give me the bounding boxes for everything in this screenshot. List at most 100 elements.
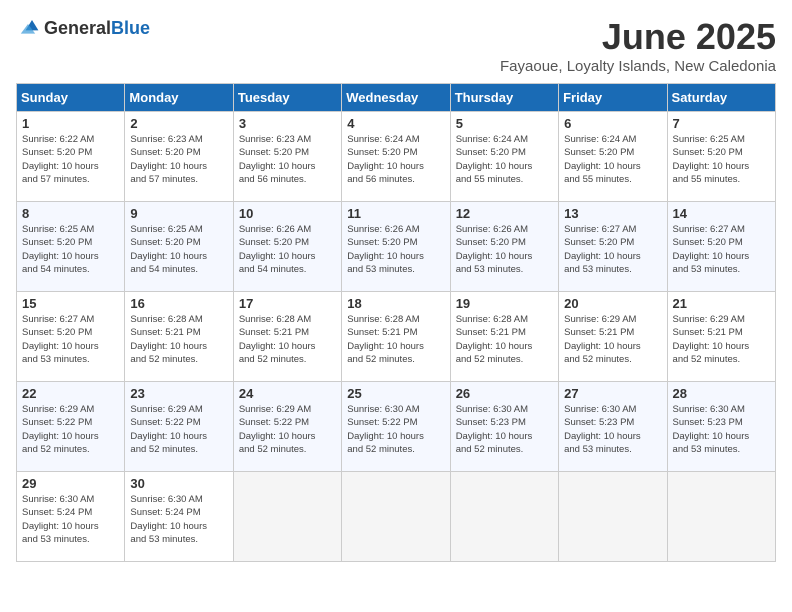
day-number: 9 [130, 206, 227, 221]
day-number: 16 [130, 296, 227, 311]
day-number: 30 [130, 476, 227, 491]
day-cell [342, 472, 450, 562]
day-info: Sunrise: 6:27 AM Sunset: 5:20 PM Dayligh… [564, 223, 661, 276]
week-row-5: 29 Sunrise: 6:30 AM Sunset: 5:24 PM Dayli… [17, 472, 776, 562]
day-number: 11 [347, 206, 444, 221]
day-info: Sunrise: 6:24 AM Sunset: 5:20 PM Dayligh… [347, 133, 444, 186]
day-number: 27 [564, 386, 661, 401]
day-cell: 24Sunrise: 6:29 AM Sunset: 5:22 PM Dayli… [233, 382, 341, 472]
day-info: Sunrise: 6:27 AM Sunset: 5:20 PM Dayligh… [673, 223, 770, 276]
day-cell: 12 Sunrise: 6:26 AM Sunset: 5:20 PM Dayli… [450, 202, 558, 292]
day-number: 12 [456, 206, 553, 221]
week-row-2: 8 Sunrise: 6:25 AM Sunset: 5:20 PM Daylig… [17, 202, 776, 292]
day-cell: 6Sunrise: 6:24 AM Sunset: 5:20 PM Daylig… [559, 112, 667, 202]
day-cell: 13 Sunrise: 6:27 AM Sunset: 5:20 PM Dayli… [559, 202, 667, 292]
logo: GeneralBlue [16, 16, 150, 40]
day-info: Sunrise: 6:26 AM Sunset: 5:20 PM Dayligh… [347, 223, 444, 276]
day-info: Sunrise: 6:30 AM Sunset: 5:24 PM Dayligh… [22, 493, 119, 546]
day-cell: 18 Sunrise: 6:28 AM Sunset: 5:21 PM Dayli… [342, 292, 450, 382]
day-cell: 3Sunrise: 6:23 AM Sunset: 5:20 PM Daylig… [233, 112, 341, 202]
day-cell [559, 472, 667, 562]
day-number: 3 [239, 116, 336, 131]
calendar-table: SundayMondayTuesdayWednesdayThursdayFrid… [16, 83, 776, 562]
day-info: Sunrise: 6:30 AM Sunset: 5:22 PM Dayligh… [347, 403, 444, 456]
week-row-4: 22 Sunrise: 6:29 AM Sunset: 5:22 PM Dayli… [17, 382, 776, 472]
day-info: Sunrise: 6:29 AM Sunset: 5:22 PM Dayligh… [22, 403, 119, 456]
day-cell: 16Sunrise: 6:28 AM Sunset: 5:21 PM Dayli… [125, 292, 233, 382]
day-info: Sunrise: 6:28 AM Sunset: 5:21 PM Dayligh… [456, 313, 553, 366]
day-info: Sunrise: 6:25 AM Sunset: 5:20 PM Dayligh… [130, 223, 227, 276]
day-info: Sunrise: 6:25 AM Sunset: 5:20 PM Dayligh… [673, 133, 770, 186]
week-row-3: 15 Sunrise: 6:27 AM Sunset: 5:20 PM Dayli… [17, 292, 776, 382]
day-info: Sunrise: 6:28 AM Sunset: 5:21 PM Dayligh… [347, 313, 444, 366]
day-cell: 30 Sunrise: 6:30 AM Sunset: 5:24 PM Dayli… [125, 472, 233, 562]
day-info: Sunrise: 6:23 AM Sunset: 5:20 PM Dayligh… [130, 133, 227, 186]
day-number: 25 [347, 386, 444, 401]
day-cell: 10 Sunrise: 6:26 AM Sunset: 5:20 PM Dayli… [233, 202, 341, 292]
day-cell [450, 472, 558, 562]
day-number: 13 [564, 206, 661, 221]
logo-general: General [44, 18, 111, 38]
day-number: 7 [673, 116, 770, 131]
day-cell: 9 Sunrise: 6:25 AM Sunset: 5:20 PM Daylig… [125, 202, 233, 292]
day-info: Sunrise: 6:26 AM Sunset: 5:20 PM Dayligh… [239, 223, 336, 276]
col-header-saturday: Saturday [667, 84, 775, 112]
day-number: 10 [239, 206, 336, 221]
day-number: 5 [456, 116, 553, 131]
day-cell: 4 Sunrise: 6:24 AM Sunset: 5:20 PM Daylig… [342, 112, 450, 202]
day-cell [233, 472, 341, 562]
day-info: Sunrise: 6:30 AM Sunset: 5:23 PM Dayligh… [456, 403, 553, 456]
day-number: 14 [673, 206, 770, 221]
day-cell: 25 Sunrise: 6:30 AM Sunset: 5:22 PM Dayli… [342, 382, 450, 472]
day-number: 8 [22, 206, 119, 221]
day-cell: 15 Sunrise: 6:27 AM Sunset: 5:20 PM Dayli… [17, 292, 125, 382]
day-info: Sunrise: 6:27 AM Sunset: 5:20 PM Dayligh… [22, 313, 119, 366]
day-info: Sunrise: 6:30 AM Sunset: 5:23 PM Dayligh… [673, 403, 770, 456]
day-number: 22 [22, 386, 119, 401]
day-cell: 20Sunrise: 6:29 AM Sunset: 5:21 PM Dayli… [559, 292, 667, 382]
col-header-monday: Monday [125, 84, 233, 112]
day-info: Sunrise: 6:22 AM Sunset: 5:20 PM Dayligh… [22, 133, 119, 186]
day-info: Sunrise: 6:24 AM Sunset: 5:20 PM Dayligh… [456, 133, 553, 186]
day-number: 29 [22, 476, 119, 491]
day-number: 28 [673, 386, 770, 401]
day-number: 19 [456, 296, 553, 311]
day-info: Sunrise: 6:28 AM Sunset: 5:21 PM Dayligh… [239, 313, 336, 366]
day-info: Sunrise: 6:30 AM Sunset: 5:23 PM Dayligh… [564, 403, 661, 456]
header: GeneralBlue June 2025 Fayaoue, Loyalty I… [16, 16, 776, 75]
day-cell: 5 Sunrise: 6:24 AM Sunset: 5:20 PM Daylig… [450, 112, 558, 202]
col-header-sunday: Sunday [17, 84, 125, 112]
day-cell [667, 472, 775, 562]
day-cell: 26 Sunrise: 6:30 AM Sunset: 5:23 PM Dayli… [450, 382, 558, 472]
col-header-thursday: Thursday [450, 84, 558, 112]
logo-blue: Blue [111, 18, 150, 38]
day-number: 20 [564, 296, 661, 311]
header-row: SundayMondayTuesdayWednesdayThursdayFrid… [17, 84, 776, 112]
week-row-1: 1Sunrise: 6:22 AM Sunset: 5:20 PM Daylig… [17, 112, 776, 202]
day-info: Sunrise: 6:29 AM Sunset: 5:21 PM Dayligh… [673, 313, 770, 366]
day-cell: 29 Sunrise: 6:30 AM Sunset: 5:24 PM Dayli… [17, 472, 125, 562]
day-cell: 21 Sunrise: 6:29 AM Sunset: 5:21 PM Dayli… [667, 292, 775, 382]
day-cell: 17Sunrise: 6:28 AM Sunset: 5:21 PM Dayli… [233, 292, 341, 382]
day-info: Sunrise: 6:25 AM Sunset: 5:20 PM Dayligh… [22, 223, 119, 276]
day-number: 18 [347, 296, 444, 311]
day-cell: 28 Sunrise: 6:30 AM Sunset: 5:23 PM Dayli… [667, 382, 775, 472]
logo-icon [16, 16, 40, 40]
day-info: Sunrise: 6:30 AM Sunset: 5:24 PM Dayligh… [130, 493, 227, 546]
day-info: Sunrise: 6:26 AM Sunset: 5:20 PM Dayligh… [456, 223, 553, 276]
day-cell: 23 Sunrise: 6:29 AM Sunset: 5:22 PM Dayli… [125, 382, 233, 472]
col-header-wednesday: Wednesday [342, 84, 450, 112]
day-cell: 1Sunrise: 6:22 AM Sunset: 5:20 PM Daylig… [17, 112, 125, 202]
day-cell: 2Sunrise: 6:23 AM Sunset: 5:20 PM Daylig… [125, 112, 233, 202]
day-number: 21 [673, 296, 770, 311]
day-cell: 8 Sunrise: 6:25 AM Sunset: 5:20 PM Daylig… [17, 202, 125, 292]
day-number: 4 [347, 116, 444, 131]
day-number: 6 [564, 116, 661, 131]
day-number: 26 [456, 386, 553, 401]
location: Fayaoue, Loyalty Islands, New Caledonia [500, 58, 776, 75]
day-info: Sunrise: 6:29 AM Sunset: 5:22 PM Dayligh… [130, 403, 227, 456]
day-cell: 7 Sunrise: 6:25 AM Sunset: 5:20 PM Daylig… [667, 112, 775, 202]
day-number: 15 [22, 296, 119, 311]
day-number: 24 [239, 386, 336, 401]
day-number: 23 [130, 386, 227, 401]
